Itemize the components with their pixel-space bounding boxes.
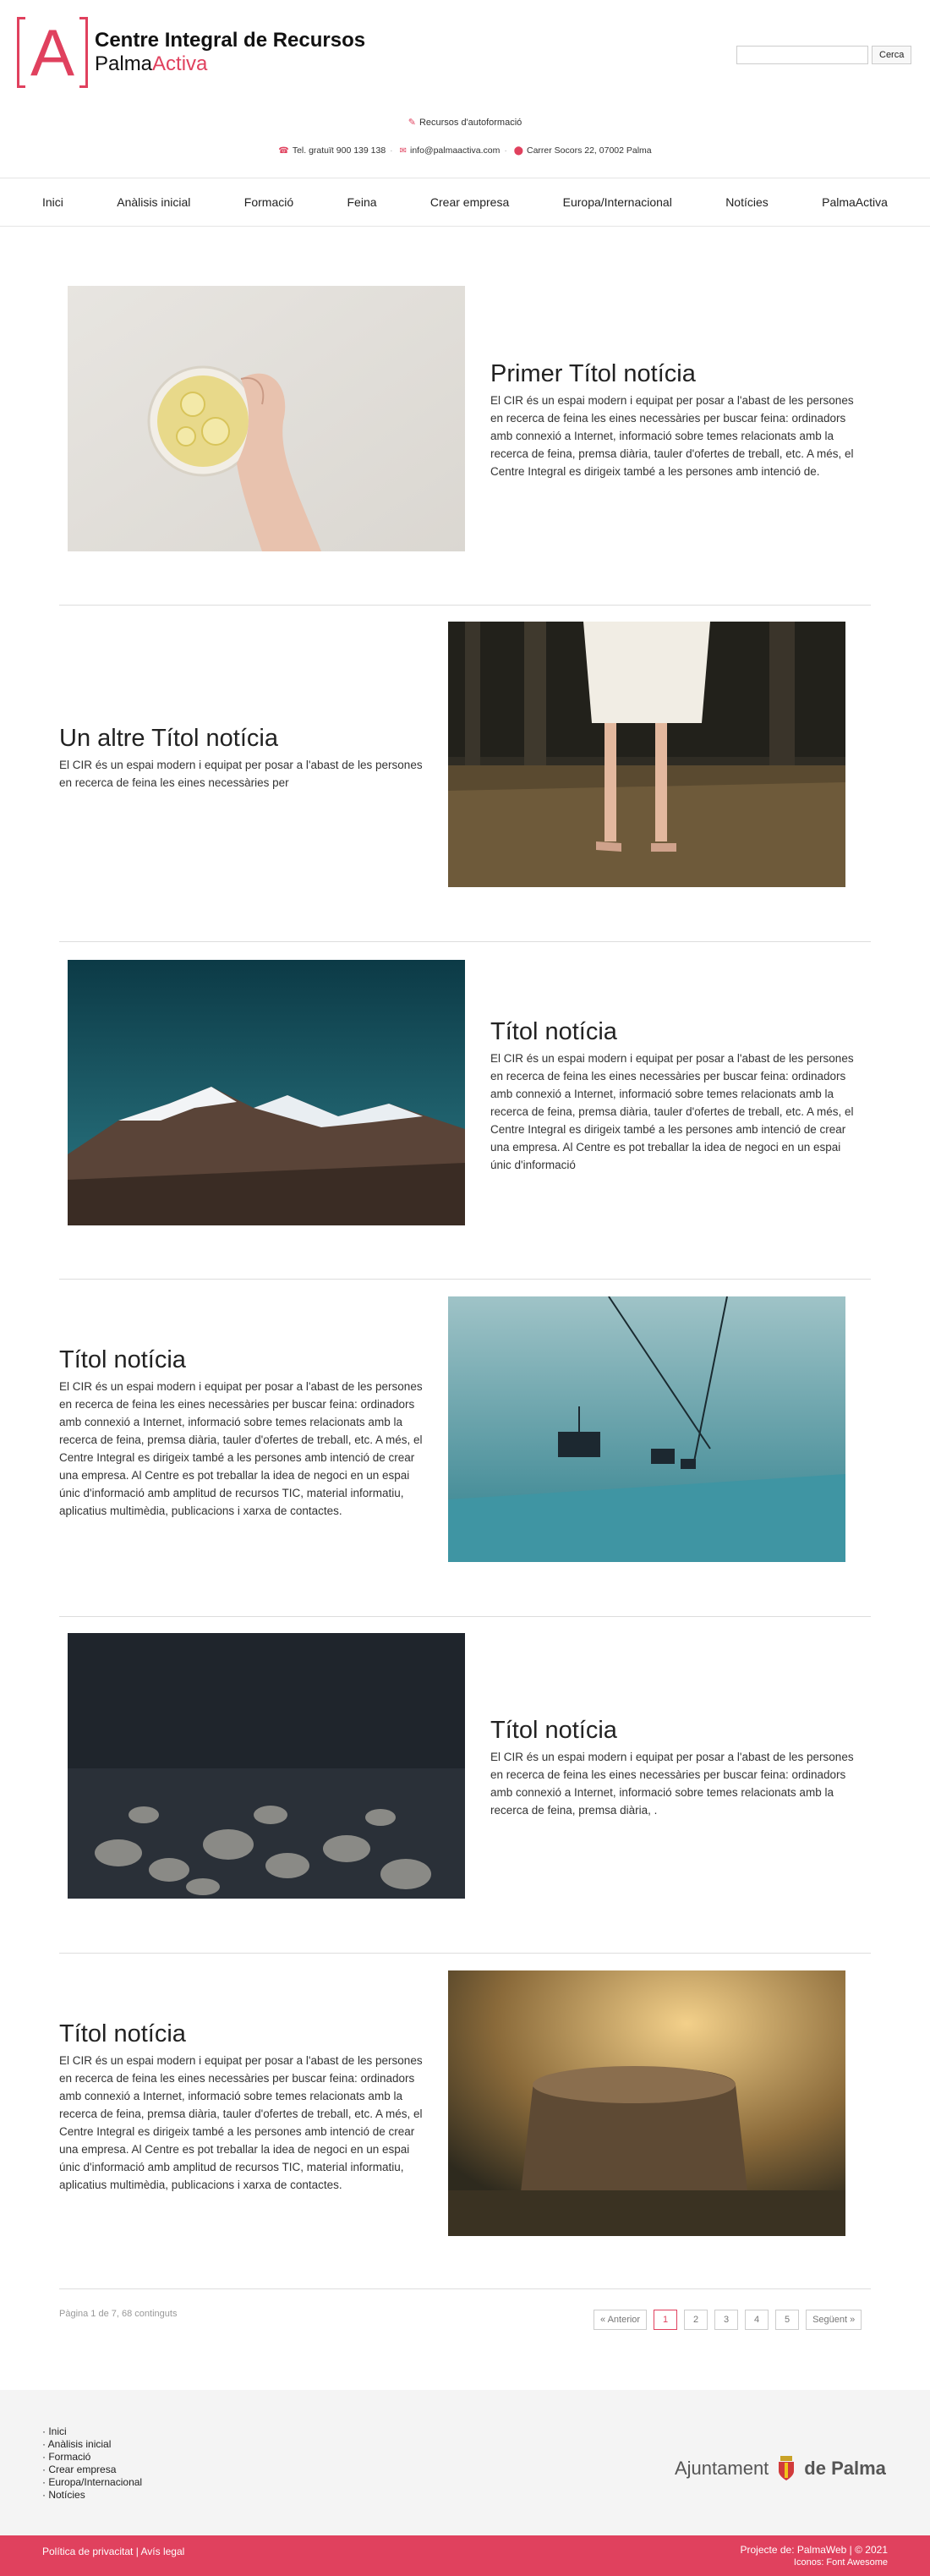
footer-link-europa-internacional[interactable]: Europa/Internacional	[42, 2476, 142, 2489]
news-title[interactable]: Títol notícia	[59, 2020, 431, 2048]
news-title[interactable]: Títol notícia	[490, 1018, 862, 1046]
pagination-info: Pàgina 1 de 7, 68 continguts	[59, 2309, 178, 2319]
news-body: El CIR és un espai modern i equipat per …	[59, 2054, 423, 2191]
nav-item-inici[interactable]: Inici	[25, 195, 80, 209]
logo[interactable]: A	[17, 17, 88, 88]
pagination: « Anterior 1 2 3 4 5 Següent »	[594, 2310, 862, 2330]
news-item: Títol notícia El CIR és un espai modern …	[59, 1346, 431, 1520]
nav-item-analisis-inicial[interactable]: Anàlisis inicial	[100, 195, 207, 209]
pagination-page-3[interactable]: 3	[714, 2310, 739, 2330]
nav-item-feina[interactable]: Feina	[331, 195, 394, 209]
pagination-prev[interactable]: « Anterior	[594, 2310, 648, 2330]
news-title[interactable]: Títol notícia	[59, 1346, 431, 1374]
snowy-mountains-image	[68, 960, 465, 1225]
bowl-with-lemon-image	[68, 286, 465, 551]
contact-email[interactable]: ✉ info@palmaactiva.com	[400, 145, 501, 156]
footer-link-crear-empresa[interactable]: Crear empresa	[42, 2464, 142, 2476]
brand-sub-accent: Activa	[152, 52, 208, 75]
ajuntament-word: Ajuntament	[675, 2458, 769, 2479]
contact-separator: ·	[504, 145, 507, 156]
news-body: El CIR és un espai modern i equipat per …	[59, 1380, 423, 1517]
news-item: Un altre Títol notícia El CIR és un espa…	[59, 725, 431, 792]
contact-phone[interactable]: ☎ Tel. gratuït 900 139 138	[278, 145, 386, 156]
search-button[interactable]: Cerca	[872, 46, 912, 64]
credit-project[interactable]: Projecte de: PalmaWeb | © 2021	[741, 2544, 889, 2557]
contact-address[interactable]: ⬤ Carrer Socors 22, 07002 Palma	[514, 145, 652, 156]
credit-icons[interactable]: Iconos: Font Awesome	[741, 2557, 888, 2569]
phone-icon: ☎	[278, 146, 289, 156]
logo-bracket-right	[79, 17, 88, 88]
news-title[interactable]: Primer Títol notícia	[490, 360, 862, 388]
brand-subtitle[interactable]: PalmaActiva	[95, 52, 207, 76]
news-image[interactable]	[448, 622, 845, 887]
news-body: El CIR és un espai modern i equipat per …	[59, 759, 423, 789]
tree-stump-sunset-image	[448, 1970, 845, 2236]
envelope-icon: ✉	[399, 146, 407, 156]
pagination-next[interactable]: Següent »	[806, 2310, 862, 2330]
nav-item-palmaactiva[interactable]: PalmaActiva	[805, 195, 905, 209]
divider	[59, 605, 871, 606]
nav-item-formacio[interactable]: Formació	[227, 195, 310, 209]
news-item: Títol notícia El CIR és un espai modern …	[490, 1018, 862, 1174]
credits: Projecte de: PalmaWeb | © 2021 Iconos: F…	[741, 2544, 889, 2569]
ajuntament-logo[interactable]: Ajuntament de Palma	[675, 2456, 886, 2481]
brand-title[interactable]: Centre Integral de Recursos	[95, 29, 365, 52]
woman-in-forest-image	[448, 622, 845, 887]
map-marker-icon: ⬤	[513, 146, 523, 156]
logo-letter: A	[30, 15, 75, 90]
legal-links[interactable]: Política de privacitat | Avís legal	[42, 2546, 184, 2557]
nav-item-noticies[interactable]: Notícies	[708, 195, 785, 209]
news-image[interactable]	[448, 1970, 845, 2236]
footer-link-analisis-inicial[interactable]: Anàlisis inicial	[42, 2438, 142, 2451]
self-learning-link[interactable]: ✎ Recursos d'autoformació	[0, 117, 930, 128]
news-item: Primer Títol notícia El CIR és un espai …	[490, 360, 862, 480]
news-image[interactable]	[68, 1633, 465, 1899]
brand-sub-plain: Palma	[95, 52, 153, 75]
news-body: El CIR és un espai modern i equipat per …	[490, 1052, 854, 1171]
divider	[59, 1279, 871, 1280]
contact-row: ☎ Tel. gratuït 900 139 138 · ✉ info@palmaac…	[0, 145, 930, 156]
news-image[interactable]	[68, 286, 465, 551]
nav-item-europa-internacional[interactable]: Europa/Internacional	[546, 195, 689, 209]
divider	[59, 2288, 871, 2289]
pebbles-underwater-image	[68, 1633, 465, 1899]
footer-link-inici[interactable]: Inici	[42, 2425, 142, 2438]
news-item: Títol notícia El CIR és un espai modern …	[490, 1717, 862, 1819]
contact-separator: ·	[390, 145, 393, 156]
footer-link-formacio[interactable]: Formació	[42, 2451, 142, 2464]
divider	[59, 941, 871, 942]
bottom-bar: Política de privacitat | Avís legal Proj…	[0, 2535, 930, 2576]
search-input[interactable]	[736, 46, 868, 64]
news-item: Títol notícia El CIR és un espai modern …	[59, 2020, 431, 2194]
news-image[interactable]	[448, 1296, 845, 1562]
footer-links: Inici Anàlisis inicial Formació Crear em…	[42, 2425, 142, 2502]
ajuntament-place: de Palma	[804, 2458, 886, 2479]
news-title[interactable]: Títol notícia	[490, 1717, 862, 1745]
news-body: El CIR és un espai modern i equipat per …	[490, 394, 854, 478]
pagination-page-5[interactable]: 5	[775, 2310, 800, 2330]
tools-icon: ✎	[408, 118, 416, 128]
news-body: El CIR és un espai modern i equipat per …	[490, 1751, 854, 1817]
site-footer: Inici Anàlisis inicial Formació Crear em…	[0, 2390, 930, 2535]
ski-lift-image	[448, 1296, 845, 1562]
contact-phone-label: Tel. gratuït 900 139 138	[292, 145, 386, 156]
divider	[59, 1953, 871, 1954]
main-nav: Inici Anàlisis inicial Formació Feina Cr…	[0, 178, 930, 227]
divider	[59, 1616, 871, 1617]
news-title[interactable]: Un altre Títol notícia	[59, 725, 431, 753]
nav-item-crear-empresa[interactable]: Crear empresa	[413, 195, 526, 209]
search-form: Cerca	[736, 46, 912, 64]
pagination-page-4[interactable]: 4	[745, 2310, 769, 2330]
self-learning-label: Recursos d'autoformació	[418, 118, 522, 128]
coat-of-arms-icon	[779, 2456, 795, 2480]
pagination-page-2[interactable]: 2	[684, 2310, 708, 2330]
pagination-page-1[interactable]: 1	[654, 2310, 678, 2330]
site-header: A Centre Integral de Recursos PalmaActiv…	[0, 0, 930, 178]
contact-address-label: Carrer Socors 22, 07002 Palma	[526, 145, 652, 156]
contact-email-label: info@palmaactiva.com	[409, 145, 501, 156]
news-image[interactable]	[68, 960, 465, 1225]
footer-link-noticies[interactable]: Notícies	[42, 2489, 142, 2502]
